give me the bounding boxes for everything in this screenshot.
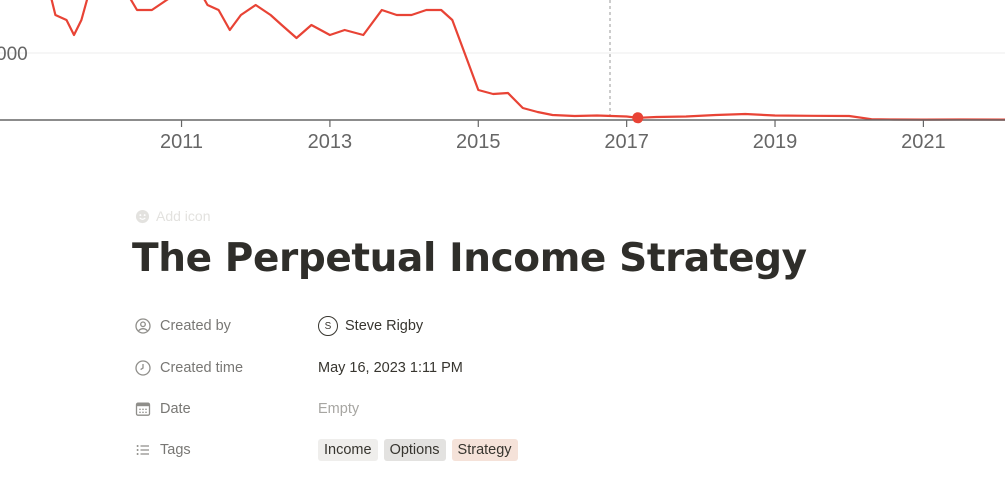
property-value-created-by[interactable]: S Steve Rigby <box>318 316 423 336</box>
list-icon <box>134 441 152 459</box>
x-tick-label: 2019 <box>753 131 798 153</box>
highlight-point[interactable] <box>632 112 644 124</box>
x-tick-label: 2011 <box>160 131 203 153</box>
page-title[interactable]: The Perpetual Income Strategy <box>132 236 807 281</box>
tag-strategy[interactable]: Strategy <box>451 439 518 461</box>
add-icon-button[interactable]: Add icon <box>135 208 210 224</box>
property-label-created-by[interactable]: Created by <box>134 317 318 335</box>
add-icon-label: Add icon <box>156 208 211 224</box>
property-tags: Tags Income Options Strategy <box>134 436 524 464</box>
property-value-created-time[interactable]: May 16, 2023 1:11 PM <box>318 360 463 376</box>
y-tick-label: 000 <box>0 44 28 65</box>
property-created-time: Created time May 16, 2023 1:11 PM <box>134 354 463 382</box>
date-empty-placeholder: Empty <box>318 401 360 417</box>
series-line <box>50 0 1005 121</box>
created-by-name: Steve Rigby <box>345 318 424 334</box>
property-label-text: Created time <box>160 360 244 376</box>
property-date: Date Empty <box>134 395 359 423</box>
property-label-created-time[interactable]: Created time <box>134 359 318 377</box>
tag-income[interactable]: Income <box>318 439 378 461</box>
x-tick-label: 2013 <box>308 131 353 153</box>
property-label-text: Created by <box>160 318 231 334</box>
x-tick-label: 2017 <box>604 131 649 153</box>
x-tick-label: 2015 <box>456 131 501 153</box>
property-label-date[interactable]: Date <box>134 400 318 418</box>
calendar-icon <box>134 400 152 418</box>
property-value-tags[interactable]: Income Options Strategy <box>318 439 524 461</box>
property-label-text: Date <box>160 401 191 417</box>
property-label-tags[interactable]: Tags <box>134 441 318 459</box>
property-label-text: Tags <box>160 442 191 458</box>
property-created-by: Created by S Steve Rigby <box>134 312 423 340</box>
clock-icon <box>134 359 152 377</box>
x-tick-label: 2021 <box>901 131 946 153</box>
smiley-icon <box>135 209 150 223</box>
property-value-date[interactable]: Empty <box>318 401 359 417</box>
person-circle-icon <box>134 317 152 335</box>
created-time-value: May 16, 2023 1:11 PM <box>318 360 463 376</box>
avatar: S <box>318 316 338 336</box>
cover-chart: 000 20112013201520172019202120 <box>0 0 1005 153</box>
tag-options[interactable]: Options <box>383 439 446 461</box>
